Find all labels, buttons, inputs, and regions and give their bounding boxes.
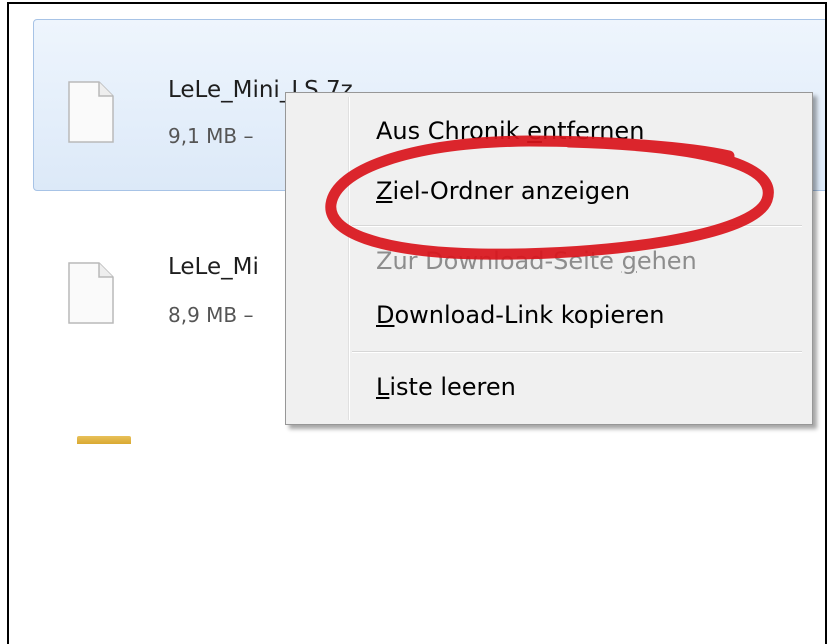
- menu-item-copy-download-link[interactable]: Download-Link kopieren: [376, 301, 664, 329]
- file-name: LeLe_Mi: [168, 254, 259, 280]
- menu-item-label: Aus Chronik: [376, 117, 528, 145]
- folder-icon: [77, 436, 131, 444]
- menu-item-label: ownload-Link kopieren: [394, 301, 665, 329]
- menu-separator: [352, 351, 802, 353]
- menu-item-label: ehen: [636, 247, 697, 275]
- menu-item-accelerator: e: [527, 117, 542, 145]
- menu-item-remove-from-history[interactable]: Aus Chronik entfernen: [376, 117, 644, 145]
- menu-item-show-target-folder[interactable]: Ziel-Ordner anzeigen: [376, 177, 630, 205]
- menu-item-label: iel-Ordner anzeigen: [392, 177, 631, 205]
- menu-item-accelerator: g: [621, 247, 637, 275]
- screenshot-frame: LeLe_Mini_LS.7z 9,1 MB – LeLe_Mi 8,9 MB …: [7, 2, 827, 644]
- menu-item-label: ntfernen: [541, 117, 645, 145]
- file-status: 9,1 MB –: [168, 124, 254, 148]
- menu-item-go-to-download-page[interactable]: Zur Download-Seite gehen: [376, 247, 697, 275]
- menu-item-accelerator: D: [376, 301, 395, 329]
- context-menu: Aus Chronik entfernen Ziel-Ordner anzeig…: [285, 92, 813, 425]
- menu-item-label: Zur Download-Seite: [376, 247, 622, 275]
- menu-separator: [352, 225, 802, 227]
- file-icon: [68, 262, 114, 324]
- file-status: 8,9 MB –: [168, 303, 254, 327]
- menu-item-accelerator: L: [376, 373, 390, 401]
- file-icon: [68, 81, 114, 143]
- menu-item-label: iste leeren: [389, 373, 516, 401]
- menu-item-clear-list[interactable]: Liste leeren: [376, 373, 516, 401]
- menu-gutter: [348, 97, 350, 420]
- menu-item-accelerator: Z: [376, 177, 393, 205]
